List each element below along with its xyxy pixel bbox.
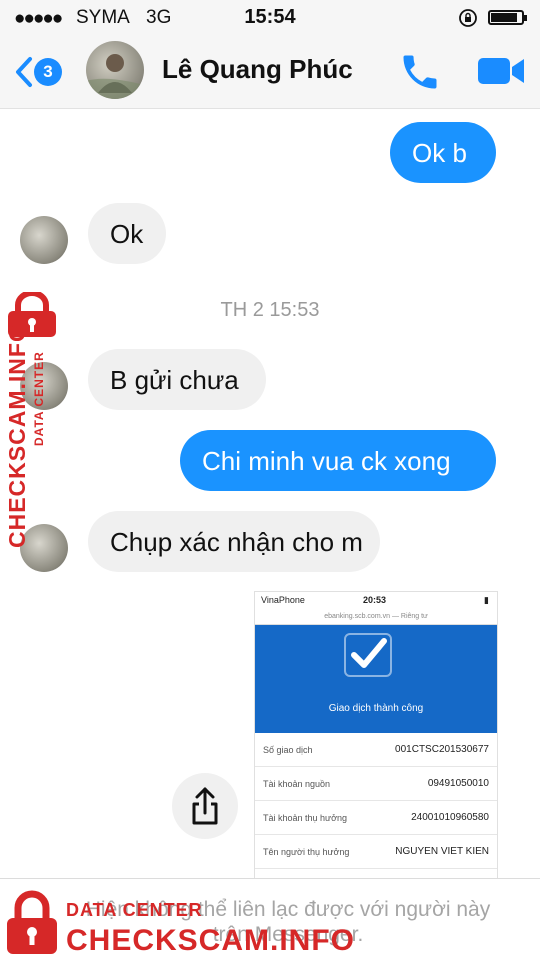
receipt-battery-icon: ▮	[484, 595, 489, 605]
watermark-subtitle: DATA CENTER	[32, 351, 46, 446]
receipt-url: ebanking.scb.com.vn — Riêng tư	[255, 610, 497, 625]
back-button[interactable]: 3	[12, 52, 68, 92]
receipt-row: Tài khoản nguồn 09491050010	[255, 767, 497, 801]
receipt-row: Tài khoản thụ hưởng 24001010960580	[255, 801, 497, 835]
receipt-image-attachment[interactable]: VinaPhone 20:53 ▮ ebanking.scb.com.vn — …	[254, 591, 498, 883]
receipt-time: 20:53	[363, 595, 387, 605]
receipt-row-value: 09491050010	[427, 778, 489, 789]
receipt-row-value: NGUYEN VIET KIEN	[395, 846, 489, 857]
conversation-header: 3 Lê Quang Phúc	[0, 36, 540, 109]
voice-call-button[interactable]	[398, 50, 444, 94]
battery-icon	[488, 10, 527, 25]
padlock-icon	[4, 890, 60, 961]
watermark-brand: CHECKSCAM.INFO	[66, 924, 355, 957]
phone-icon	[398, 55, 442, 98]
watermark-brand: CHECKSCAM.INFO	[4, 323, 30, 548]
receipt-row: Tên người thụ hưởng NGUYEN VIET KIEN	[255, 835, 497, 869]
orientation-lock-icon	[458, 8, 478, 34]
video-call-button[interactable]	[476, 54, 530, 90]
contact-name[interactable]: Lê Quang Phúc	[162, 54, 353, 85]
checkmark-icon	[344, 633, 392, 677]
receipt-row-value: 24001010960580	[411, 812, 489, 823]
back-chevron-icon	[14, 56, 34, 93]
video-camera-icon	[476, 58, 526, 92]
message-bubble-incoming[interactable]: B gửi chưa	[88, 349, 266, 410]
timestamp-separator: TH 2 15:53	[220, 299, 320, 321]
receipt-row-value: 001CTSC201530677	[395, 744, 489, 755]
receipt-success-banner: Giao dịch thành công	[255, 625, 497, 733]
receipt-banner-title: Giao dịch thành công	[328, 703, 424, 714]
message-bubble-incoming[interactable]: Chụp xác nhận cho m	[88, 511, 380, 572]
watermark-subtitle: DATA CENTER	[66, 900, 203, 920]
share-button[interactable]	[172, 773, 238, 839]
receipt-row-label: Tên người thụ hưởng	[263, 847, 350, 857]
share-icon	[172, 787, 238, 843]
message-bubble-outgoing[interactable]: Ok b	[390, 122, 496, 183]
message-list[interactable]: Ok b Ok TH 2 15:53 B gửi chưa Chi minh v…	[0, 109, 540, 883]
receipt-row-label: Số giao dịch	[263, 745, 313, 755]
receipt-row-label: Tài khoản nguồn	[263, 779, 331, 789]
contact-avatar-small	[20, 216, 68, 264]
contact-avatar[interactable]	[86, 41, 144, 99]
message-bubble-incoming[interactable]: Ok	[88, 203, 166, 264]
receipt-row: Số giao dịch 001CTSC201530677	[255, 733, 497, 767]
receipt-row-label: Tài khoản thụ hưởng	[263, 813, 347, 823]
unread-count-badge: 3	[34, 58, 62, 86]
receipt-status-bar: VinaPhone 20:53 ▮	[255, 592, 497, 610]
message-bubble-outgoing[interactable]: Chi minh vua ck xong	[180, 430, 496, 491]
receipt-carrier: VinaPhone	[261, 595, 305, 605]
status-bar: ●●●●● SYMA 3G 15:54	[0, 0, 540, 36]
